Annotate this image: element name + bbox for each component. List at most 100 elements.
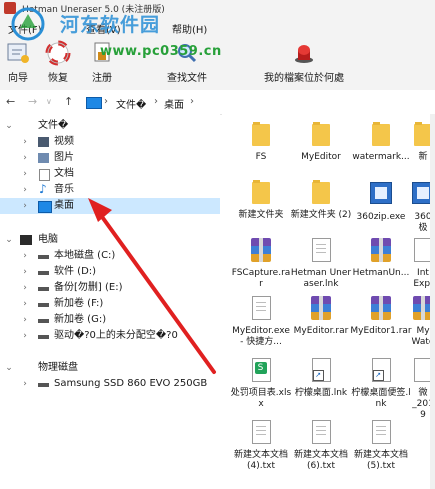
file-item[interactable]: FSCapture.rar <box>230 238 292 290</box>
collapse-chevron-icon[interactable]: › <box>20 150 30 166</box>
file-name: Hetman Uneraser.lnk <box>290 268 352 289</box>
tree-label: 新加卷 (G:) <box>54 314 107 325</box>
collapse-chevron-icon[interactable]: › <box>20 198 30 214</box>
collapse-chevron-icon[interactable]: › <box>20 376 30 392</box>
collapse-chevron-icon[interactable]: › <box>20 182 30 198</box>
file-name: 新建文本文档 (5).txt <box>353 450 408 471</box>
shortcut-icon <box>371 358 391 382</box>
register-label: 注册 <box>92 73 112 84</box>
collapse-chevron-icon[interactable]: › <box>20 280 30 296</box>
find-files-label: 查找文件 <box>167 73 207 84</box>
file-item[interactable]: MyEditor.rar <box>290 296 352 337</box>
tree-item-drive-g[interactable]: › 新加卷 (G:) <box>0 312 220 328</box>
file-item[interactable]: MyEditor.exe - 快捷方... <box>230 296 292 348</box>
tree-item-documents[interactable]: › 文档 <box>0 166 220 182</box>
file-name: 新建文件夹 (2) <box>290 210 352 220</box>
tree-item-drive-d[interactable]: › 软件 (D:) <box>0 264 220 280</box>
drive-icon <box>38 303 49 307</box>
file-item[interactable]: MyEditor <box>290 122 352 163</box>
rar-archive-icon <box>371 238 391 262</box>
file-item[interactable]: 新建文本文档 (5).txt <box>350 420 412 472</box>
video-icon <box>38 137 49 147</box>
file-name: 新建文件夹 <box>238 210 284 220</box>
file-item[interactable]: HetmanUn... <box>350 238 412 279</box>
watermark-url: www.pc0359.cn <box>100 44 222 59</box>
expand-chevron-icon[interactable]: ⌄ <box>4 118 14 134</box>
tree-label: 电脑 <box>38 234 58 245</box>
drive-icon <box>38 319 49 323</box>
tree-item-computer[interactable]: ⌄ 电脑 <box>0 232 220 248</box>
shortcut-icon <box>311 358 331 382</box>
breadcrumb-documents[interactable]: 文件� <box>116 96 146 111</box>
file-name: watermark... <box>352 152 410 162</box>
folder-tree: ⌄ 文件� › 视频 › 图片 › 文档 › ♪ 音乐 › 桌面 ⌄ 电脑 › … <box>0 114 220 489</box>
expand-chevron-icon[interactable]: ⌄ <box>4 232 14 248</box>
forward-arrow-icon[interactable]: → <box>28 95 37 108</box>
file-item[interactable]: 柠檬桌面便签.lnk <box>350 358 412 410</box>
file-item[interactable]: 新建文件夹 (2) <box>290 180 352 221</box>
vertical-scrollbar[interactable] <box>430 114 435 489</box>
collapse-chevron-icon[interactable]: › <box>20 166 30 182</box>
where-are-my-files-button[interactable]: 我的檔案位於何處 <box>258 40 350 84</box>
text-file-icon <box>251 420 271 444</box>
menu-help[interactable]: 帮助(H) <box>172 21 207 36</box>
tree-item-drive-f[interactable]: › 新加卷 (F:) <box>0 296 220 312</box>
tree-label: 图片 <box>54 152 74 163</box>
tree-item-physical-disks[interactable]: ⌄ 物理磁盘 <box>0 360 220 376</box>
folder-icon <box>252 180 270 204</box>
tree-item-unallocated[interactable]: › 驱动�?0上的未分配空�?0 <box>0 328 220 344</box>
breadcrumb-desktop[interactable]: 桌面 <box>164 96 184 111</box>
tree-label: 新加卷 (F:) <box>54 298 104 309</box>
file-item[interactable]: Hetman Uneraser.lnk <box>290 238 352 290</box>
file-name: 新建文本文档 (4).txt <box>233 450 288 471</box>
file-name: MyEditor.rar <box>293 326 349 336</box>
file-item[interactable]: 新建文件夹 <box>230 180 292 221</box>
computer-icon <box>20 235 32 245</box>
collapse-chevron-icon[interactable]: › <box>20 296 30 312</box>
collapse-chevron-icon[interactable]: › <box>20 264 30 280</box>
folder-icon <box>372 122 390 146</box>
address-bar: ← → ∨ ↑ › 文件� › 桌面 › <box>0 90 435 115</box>
text-file-icon <box>371 420 391 444</box>
crumb-sep-1: › <box>104 96 108 107</box>
tree-label: 音乐 <box>54 184 74 195</box>
tree-item-video[interactable]: › 视频 <box>0 134 220 150</box>
collapse-chevron-icon[interactable]: › <box>20 328 30 344</box>
file-item[interactable]: 新建文本文档 (4).txt <box>230 420 292 472</box>
rar-archive-icon <box>311 296 331 320</box>
tree-item-documents-root[interactable]: ⌄ 文件� <box>0 118 220 134</box>
file-grid: FS MyEditor watermark... 新 新建文件夹 新建文件夹 (… <box>222 114 435 489</box>
file-name: 柠檬桌面.lnk <box>294 388 348 398</box>
expand-chevron-icon[interactable]: ⌄ <box>4 360 14 376</box>
history-chevron-icon[interactable]: ∨ <box>46 97 52 106</box>
wizard-button[interactable]: 向导 <box>4 40 32 84</box>
tree-item-drive-e[interactable]: › 备份[勿删] (E:) <box>0 280 220 296</box>
tree-item-music[interactable]: › ♪ 音乐 <box>0 182 220 198</box>
file-item[interactable]: 新建文本文档 (6).txt <box>290 420 352 472</box>
pictures-icon <box>38 153 49 163</box>
file-item[interactable]: 处罚项目表.xlsx <box>230 358 292 410</box>
collapse-chevron-icon[interactable]: › <box>20 248 30 264</box>
collapse-chevron-icon[interactable]: › <box>20 312 30 328</box>
drive-icon <box>38 335 49 339</box>
drive-icon <box>38 255 49 259</box>
tree-label: 本地磁盘 (C:) <box>54 250 116 261</box>
tree-label: 软件 (D:) <box>54 266 97 277</box>
file-item[interactable]: 柠檬桌面.lnk <box>290 358 352 399</box>
back-arrow-icon[interactable]: ← <box>6 95 15 108</box>
tree-label: 文件� <box>38 120 69 131</box>
tree-item-desktop[interactable]: › 桌面 <box>0 198 220 214</box>
tree-item-samsung-ssd[interactable]: › Samsung SSD 860 EVO 250GB <box>0 376 220 392</box>
file-name: HetmanUn... <box>352 268 410 278</box>
where-are-my-files-label: 我的檔案位於何處 <box>264 73 344 84</box>
file-item[interactable]: 360zip.exe <box>350 180 412 223</box>
file-item[interactable]: MyEditor1.rar <box>350 296 412 337</box>
file-item[interactable]: FS <box>230 122 292 163</box>
file-item[interactable]: watermark... <box>350 122 412 163</box>
up-arrow-icon[interactable]: ↑ <box>64 95 73 108</box>
collapse-chevron-icon[interactable]: › <box>20 134 30 150</box>
recover-button[interactable]: 恢复 <box>44 40 72 84</box>
file-name: 柠檬桌面便签.lnk <box>351 388 411 409</box>
tree-item-drive-c[interactable]: › 本地磁盘 (C:) <box>0 248 220 264</box>
tree-item-pictures[interactable]: › 图片 <box>0 150 220 166</box>
